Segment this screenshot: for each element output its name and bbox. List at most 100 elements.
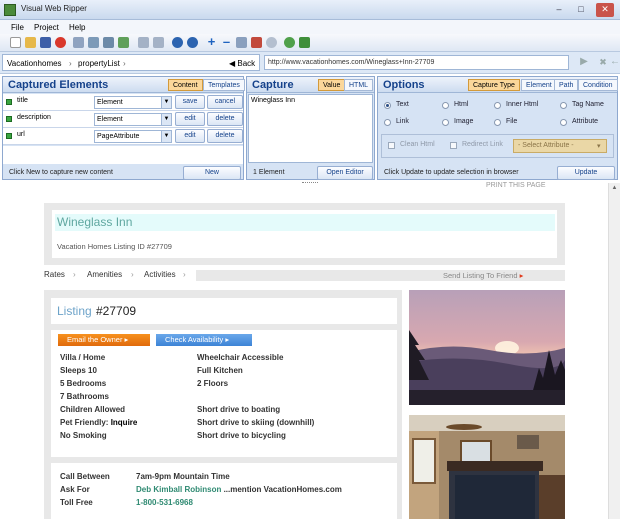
vertical-scrollbar[interactable]: ▲ [608,183,620,519]
menu-help[interactable]: Help [69,23,85,32]
radio-image[interactable] [442,119,449,126]
refresh-icon[interactable] [187,37,198,48]
go-icon[interactable]: ▶ [575,55,593,70]
captured-row[interactable]: title Element ▼ save cancel [3,94,243,111]
radio-attribute-label: Attribute [572,118,599,125]
tab-templates[interactable]: Templates [203,79,245,91]
tab-element[interactable]: Element [521,79,557,91]
feature-left: Sleeps 10 [60,366,97,375]
status-icon [6,133,12,139]
url-input[interactable]: http://www.vacationhomes.com/Wineglass+I… [264,55,569,70]
cancel-button[interactable]: cancel [207,95,243,109]
menu-project[interactable]: Project [34,23,59,32]
open-folder-icon[interactable] [25,37,36,48]
splitter-grip[interactable] [302,182,318,184]
open-editor-button[interactable]: Open Editor [317,166,373,180]
captured-row[interactable]: url PageAttribute ▼ edit delete [3,128,243,145]
tab-value[interactable]: Value [318,79,346,91]
select-attribute-value: - Select Attribute - [518,142,574,149]
radio-inner-html[interactable] [494,102,501,109]
transform-icon[interactable] [266,37,277,48]
properties-icon[interactable] [73,37,84,48]
listing-header-inner: Wineglass Inn Vacation Homes Listing ID … [52,210,557,258]
capture-value-text: Wineglass Inn [251,97,295,104]
redirect-link-checkbox[interactable] [450,142,457,149]
browser-view[interactable]: PRINT THIS PAGE ▲ Wineglass Inn Vacation… [0,182,620,519]
element-name[interactable]: title [17,97,28,104]
new-icon[interactable] [10,37,21,48]
tab-capture-type[interactable]: Capture Type [468,79,520,91]
radio-image-label: Image [454,118,474,125]
email-owner-button[interactable]: Email the Owner ▸ [58,334,150,346]
radio-attribute[interactable] [560,119,567,126]
sunset-photo[interactable] [409,290,565,405]
settings-icon[interactable] [88,37,99,48]
globe-icon[interactable] [172,37,183,48]
maximize-icon[interactable]: □ [572,3,590,17]
tab-content[interactable]: Content [168,79,203,91]
template-icon[interactable] [236,37,247,48]
bedroom-photo[interactable] [409,415,565,519]
check-availability-button[interactable]: Check Availability ▸ [156,334,252,346]
add-icon[interactable]: + [206,35,217,48]
radio-html[interactable] [442,102,449,109]
attribute-options-group: Clean Html Redirect Link - Select Attrib… [381,134,614,158]
close-icon[interactable]: ✕ [596,3,614,17]
breadcrumb-separator-icon: › [123,59,126,68]
run-icon[interactable] [118,37,129,48]
save-icon[interactable] [40,37,51,48]
paste-icon[interactable] [153,37,164,48]
tab-activities[interactable]: Activities [144,270,176,279]
listing-name[interactable]: Wineglass Inn [57,215,132,229]
capture-value-area[interactable]: Wineglass Inn [248,94,373,163]
breadcrumb-vacationhomes[interactable]: Vacationhomes [7,59,62,68]
scroll-up-icon[interactable]: ▲ [610,185,619,195]
element-type-select[interactable]: Element ▼ [94,113,172,126]
tab-separator-icon: › [183,270,186,279]
toll-free-label: Toll Free [60,498,93,507]
element-name[interactable]: description [17,114,51,121]
contact-box: Call Between 7am-9pm Mountain Time Ask F… [51,463,397,519]
clean-html-checkbox[interactable] [388,142,395,149]
help-icon[interactable] [284,37,295,48]
copy-icon[interactable] [138,37,149,48]
home-icon[interactable]: ← [610,55,620,70]
delete-button[interactable]: delete [207,129,243,143]
radio-file[interactable] [494,119,501,126]
new-button[interactable]: New [183,166,241,180]
bedroom-photo-image [409,415,565,519]
capture-count: 1 Element [253,169,285,176]
remove-icon[interactable]: – [221,35,232,48]
call-between-label: Call Between [60,472,110,481]
radio-tag-name[interactable] [560,102,567,109]
captured-row[interactable]: description Element ▼ edit delete [3,111,243,128]
back-button[interactable]: ◀ Back [229,59,255,68]
info-icon[interactable] [299,37,310,48]
tab-rates[interactable]: Rates [44,270,65,279]
delete-button[interactable]: delete [207,112,243,126]
save-button[interactable]: save [175,95,205,109]
tab-html[interactable]: HTML [344,79,374,91]
capture-icon[interactable] [251,37,262,48]
owner-name-link[interactable]: Deb Kimball Robinson [136,485,221,494]
radio-link[interactable] [384,119,391,126]
element-type-select[interactable]: PageAttribute ▼ [94,130,172,143]
edit-button[interactable]: edit [175,129,205,143]
breadcrumb-propertylist[interactable]: propertyList [78,59,120,68]
tab-path[interactable]: Path [554,79,579,91]
edit-button[interactable]: edit [175,112,205,126]
element-name[interactable]: url [17,131,25,138]
select-attribute-dropdown[interactable]: - Select Attribute - ▾ [513,139,607,153]
tab-amenities[interactable]: Amenities [87,270,122,279]
element-type-select[interactable]: Element ▼ [94,96,172,109]
menu-file[interactable]: File [11,23,24,32]
stop-icon[interactable] [55,37,66,48]
tab-condition[interactable]: Condition [578,79,618,91]
listing-features-box: Email the Owner ▸ Check Availability ▸ V… [51,330,397,457]
send-to-friend-link[interactable]: Send Listing To Friend ▸ [443,271,523,280]
update-button[interactable]: Update [557,166,615,180]
print-page-link[interactable]: PRINT THIS PAGE [486,182,546,189]
schedule-icon[interactable] [103,37,114,48]
minimize-icon[interactable]: – [550,3,568,17]
radio-text[interactable] [384,102,391,109]
